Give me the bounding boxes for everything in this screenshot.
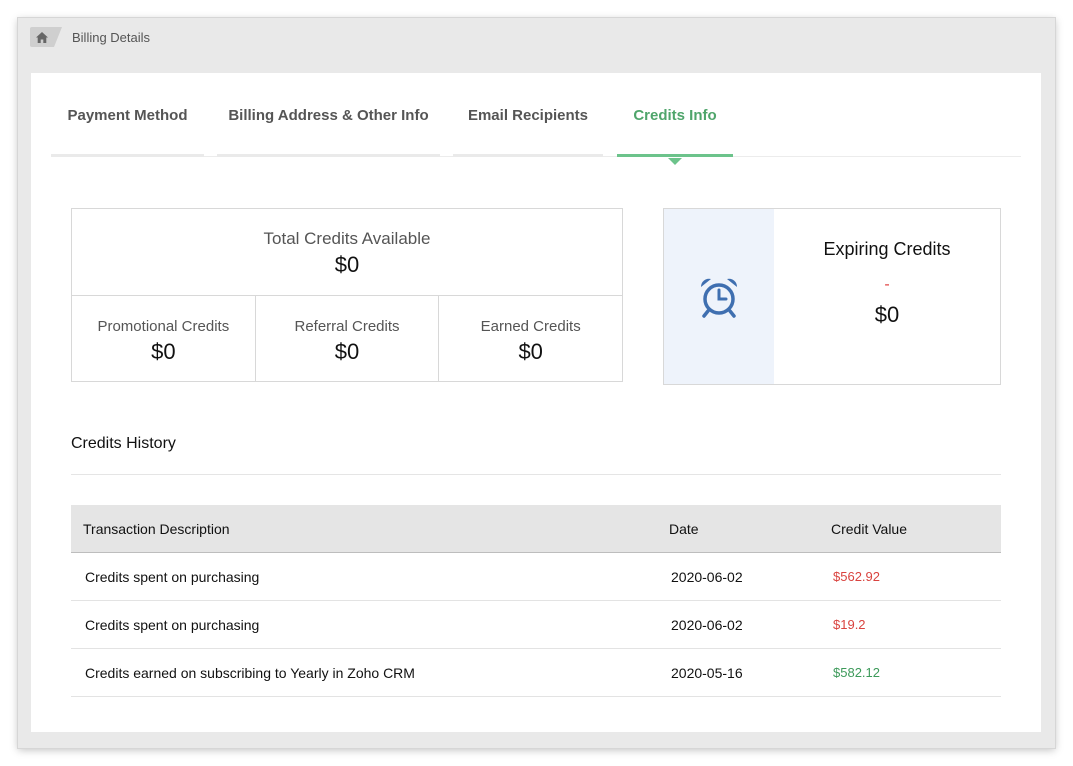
tab-billing-address[interactable]: Billing Address & Other Info [217,73,440,157]
expiring-icon-area [664,209,774,384]
transaction-description: Credits spent on purchasing [85,568,260,585]
table-row: Credits earned on subscribing to Yearly … [71,649,1001,697]
transaction-description: Credits earned on subscribing to Yearly … [85,664,415,681]
tab-label: Payment Method [67,106,188,124]
home-icon [36,31,48,43]
column-header-description: Transaction Description [83,520,230,537]
tab-label: Email Recipients [467,106,589,124]
expiring-credits-title: Expiring Credits [823,239,951,259]
divider [71,474,1001,475]
referral-credits: Referral Credits $0 [256,296,440,382]
table-header: Transaction Description Date Credit Valu… [71,505,1001,553]
expiring-credits: Expiring Credits - $0 [663,208,1001,385]
total-credits-label: Total Credits Available [263,229,431,248]
promotional-credits-value: $0 [151,339,176,364]
tab-bar: Payment Method Billing Address & Other I… [51,73,1021,165]
transaction-value: $19.2 [833,617,866,632]
total-credits: Total Credits Available $0 [72,209,622,296]
home-button[interactable] [30,27,62,47]
promotional-credits: Promotional Credits $0 [72,296,256,382]
transaction-date: 2020-06-02 [671,616,743,633]
tab-payment-method[interactable]: Payment Method [51,73,204,157]
credits-history-table: Transaction Description Date Credit Valu… [71,505,1001,697]
tab-label: Credits Info [633,106,717,124]
tab-label: Billing Address & Other Info [228,106,429,124]
earned-credits-value: $0 [518,339,543,364]
promotional-credits-label: Promotional Credits [97,318,230,335]
transaction-date: 2020-05-16 [671,664,743,681]
credits-summary: Total Credits Available $0 Promotional C… [71,208,623,382]
table-row: Credits spent on purchasing 2020-06-02 $… [71,601,1001,649]
transaction-value: $562.92 [833,569,880,584]
column-header-credit-value: Credit Value [831,520,908,537]
earned-credits: Earned Credits $0 [439,296,622,382]
transaction-value: $582.12 [833,665,880,680]
billing-panel: Payment Method Billing Address & Other I… [31,73,1041,732]
total-credits-value: $0 [334,252,360,277]
breadcrumb-current: Billing Details [72,29,151,45]
alarm-clock-icon [700,278,738,318]
app-window: Billing Details Payment Method Billing A… [18,18,1055,748]
transaction-description: Credits spent on purchasing [85,616,260,633]
earned-credits-label: Earned Credits [480,318,581,335]
tab-credits-info[interactable]: Credits Info [617,73,733,165]
credits-history-title: Credits History [71,435,176,452]
breadcrumb: Billing Details [30,26,150,48]
transaction-date: 2020-06-02 [671,568,743,585]
column-header-date: Date [669,520,699,537]
referral-credits-label: Referral Credits [294,318,400,335]
tab-email-recipients[interactable]: Email Recipients [453,73,603,157]
expiring-credits-date: - [884,276,890,293]
expiring-credits-value: $0 [874,302,900,327]
table-row: Credits spent on purchasing 2020-06-02 $… [71,553,1001,601]
referral-credits-value: $0 [334,339,360,364]
active-tab-caret [668,158,682,165]
